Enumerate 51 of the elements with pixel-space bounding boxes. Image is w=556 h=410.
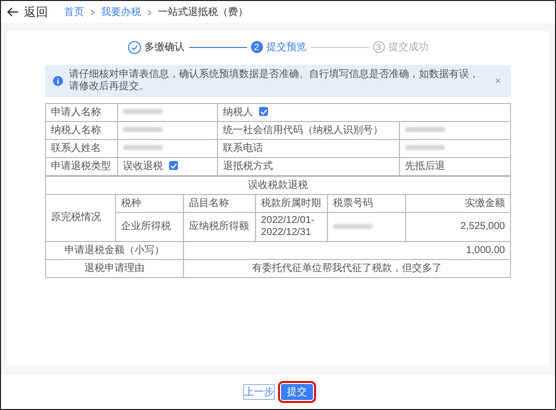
chevron-right-icon xyxy=(147,8,152,16)
info-icon xyxy=(53,76,63,86)
alert-message: 请仔细核对申请表信息，确认系统预填数据是否准确、自行填写信息是否准确，如数据有误，请修改后再提交。 xyxy=(69,69,480,93)
step-label: 提交预览 xyxy=(266,40,306,54)
field-label: 申请人名称 xyxy=(46,104,118,122)
breadcrumb-current: 一站式退抵税（费） xyxy=(158,6,248,19)
previous-button[interactable]: 上一步 xyxy=(243,384,275,400)
submit-button[interactable]: 提交 xyxy=(281,384,313,400)
section-title: 误收税款退税 xyxy=(46,176,510,194)
checkbox-label: 误收退税 xyxy=(123,160,163,172)
step-number: 2 xyxy=(250,41,262,53)
checkbox[interactable] xyxy=(259,107,268,116)
close-button[interactable]: × xyxy=(493,76,503,86)
column-header: 实缴金额 xyxy=(406,194,510,212)
field-label: 统一社会信用代码（纳税人识别号） xyxy=(218,122,400,140)
column-header: 品目名称 xyxy=(184,194,256,212)
redacted-text xyxy=(123,127,163,132)
step-label: 提交成功 xyxy=(388,40,428,54)
checkbox-label: 纳税人 xyxy=(223,106,253,118)
field-label: 申请退税类型 xyxy=(46,158,118,176)
field-value: 有委托代征单位帮我代征了税款，但交多了 xyxy=(184,260,510,278)
table-cell: 2022/12/01-2022/12/31 xyxy=(256,212,328,242)
field-label: 纳税人名称 xyxy=(46,122,118,140)
field-label: 原完税情况 xyxy=(46,194,116,242)
back-link[interactable]: 返回 xyxy=(7,4,48,20)
table-cell: 应纳税所得额 xyxy=(184,212,256,242)
field-label: 退税申请理由 xyxy=(46,260,184,278)
checkbox[interactable] xyxy=(169,161,178,170)
step-label: 多缴确认 xyxy=(144,41,184,54)
column-header: 税种 xyxy=(116,194,184,212)
redacted-text xyxy=(123,145,163,150)
field-value: 1,000.00 xyxy=(184,242,510,260)
chevron-right-icon xyxy=(90,8,95,16)
redacted-text xyxy=(123,109,163,114)
breadcrumb-link[interactable]: 首页 xyxy=(64,5,84,19)
redacted-text xyxy=(405,127,445,132)
field-label: 退抵税方式 xyxy=(218,158,400,176)
field-label: 申请退税金额（小写） xyxy=(46,242,184,260)
field-label: 联系电话 xyxy=(218,140,400,158)
column-header: 税票号码 xyxy=(328,194,406,212)
checkmark-icon xyxy=(260,108,267,115)
table-cell: 企业所得税 xyxy=(116,212,184,242)
field-label: 联系人姓名 xyxy=(46,140,118,158)
checkmark-icon xyxy=(170,162,177,169)
step-number: 3 xyxy=(372,41,384,53)
table-cell: 2,525,000 xyxy=(406,212,510,242)
redacted-text xyxy=(405,145,445,150)
arrow-left-icon xyxy=(7,7,19,17)
field-value: 先抵后退 xyxy=(400,158,510,176)
column-header: 税款所属时期 xyxy=(256,194,328,212)
breadcrumb-link[interactable]: 我要办税 xyxy=(101,5,141,19)
